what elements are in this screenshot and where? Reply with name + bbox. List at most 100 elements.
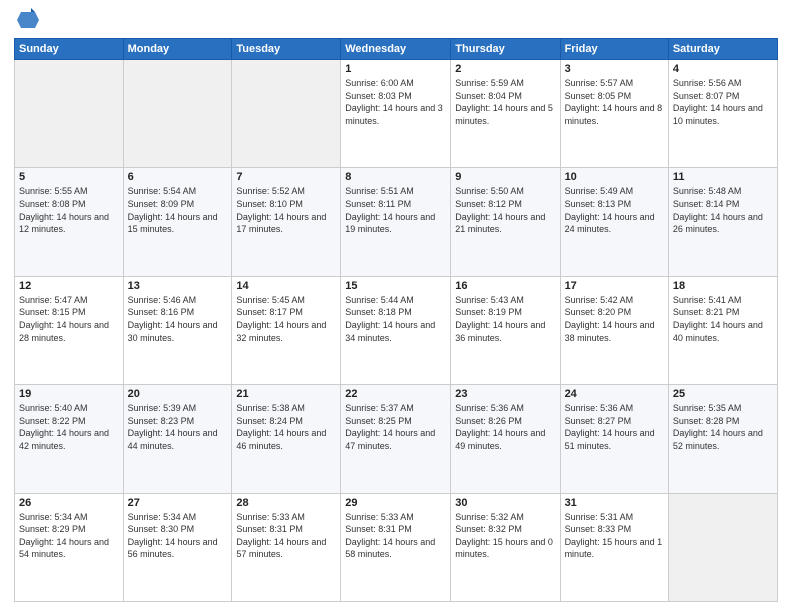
- calendar-cell: 25 Sunrise: 5:35 AMSunset: 8:28 PMDayligh…: [668, 385, 777, 493]
- calendar-cell: 9 Sunrise: 5:50 AMSunset: 8:12 PMDaylight…: [451, 168, 560, 276]
- weekday-header-monday: Monday: [123, 39, 232, 60]
- day-number: 11: [673, 171, 773, 183]
- day-info: Sunrise: 5:31 AMSunset: 8:33 PMDaylight:…: [565, 511, 664, 561]
- day-info: Sunrise: 5:33 AMSunset: 8:31 PMDaylight:…: [345, 511, 446, 561]
- calendar-table: SundayMondayTuesdayWednesdayThursdayFrid…: [14, 38, 778, 602]
- day-number: 2: [455, 63, 555, 75]
- day-number: 4: [673, 63, 773, 75]
- day-info: Sunrise: 5:38 AMSunset: 8:24 PMDaylight:…: [236, 402, 336, 452]
- day-info: Sunrise: 5:48 AMSunset: 8:14 PMDaylight:…: [673, 185, 773, 235]
- calendar-cell: 12 Sunrise: 5:47 AMSunset: 8:15 PMDayligh…: [15, 276, 124, 384]
- calendar-cell: 4 Sunrise: 5:56 AMSunset: 8:07 PMDaylight…: [668, 60, 777, 168]
- day-info: Sunrise: 5:36 AMSunset: 8:27 PMDaylight:…: [565, 402, 664, 452]
- day-number: 12: [19, 280, 119, 292]
- day-number: 8: [345, 171, 446, 183]
- day-info: Sunrise: 6:00 AMSunset: 8:03 PMDaylight:…: [345, 77, 446, 127]
- calendar-cell: 28 Sunrise: 5:33 AMSunset: 8:31 PMDayligh…: [232, 493, 341, 601]
- calendar-cell: 26 Sunrise: 5:34 AMSunset: 8:29 PMDayligh…: [15, 493, 124, 601]
- weekday-header-tuesday: Tuesday: [232, 39, 341, 60]
- calendar-cell: 19 Sunrise: 5:40 AMSunset: 8:22 PMDayligh…: [15, 385, 124, 493]
- weekday-header-wednesday: Wednesday: [341, 39, 451, 60]
- day-number: 7: [236, 171, 336, 183]
- day-number: 25: [673, 388, 773, 400]
- header: [14, 10, 778, 32]
- weekday-header-friday: Friday: [560, 39, 668, 60]
- calendar-cell: 1 Sunrise: 6:00 AMSunset: 8:03 PMDaylight…: [341, 60, 451, 168]
- day-info: Sunrise: 5:57 AMSunset: 8:05 PMDaylight:…: [565, 77, 664, 127]
- calendar-cell: 22Sunrise: 5:37 AMSunset: 8:25 PMDayligh…: [341, 385, 451, 493]
- calendar-cell: 20 Sunrise: 5:39 AMSunset: 8:23 PMDayligh…: [123, 385, 232, 493]
- calendar-cell: 27 Sunrise: 5:34 AMSunset: 8:30 PMDayligh…: [123, 493, 232, 601]
- day-number: 20: [128, 388, 228, 400]
- day-number: 24: [565, 388, 664, 400]
- calendar-cell: 13 Sunrise: 5:46 AMSunset: 8:16 PMDayligh…: [123, 276, 232, 384]
- calendar-cell: 2 Sunrise: 5:59 AMSunset: 8:04 PMDaylight…: [451, 60, 560, 168]
- day-number: 30: [455, 497, 555, 509]
- day-number: 27: [128, 497, 228, 509]
- day-info: Sunrise: 5:44 AMSunset: 8:18 PMDaylight:…: [345, 294, 446, 344]
- day-number: 28: [236, 497, 336, 509]
- calendar-cell: 16 Sunrise: 5:43 AMSunset: 8:19 PMDayligh…: [451, 276, 560, 384]
- day-number: 23: [455, 388, 555, 400]
- day-number: 18: [673, 280, 773, 292]
- calendar-cell: 24 Sunrise: 5:36 AMSunset: 8:27 PMDayligh…: [560, 385, 668, 493]
- day-info: Sunrise: 5:32 AMSunset: 8:32 PMDaylight:…: [455, 511, 555, 561]
- calendar-cell: 14 Sunrise: 5:45 AMSunset: 8:17 PMDayligh…: [232, 276, 341, 384]
- calendar-cell: [15, 60, 124, 168]
- calendar-cell: 7 Sunrise: 5:52 AMSunset: 8:10 PMDaylight…: [232, 168, 341, 276]
- day-info: Sunrise: 5:52 AMSunset: 8:10 PMDaylight:…: [236, 185, 336, 235]
- day-info: Sunrise: 5:39 AMSunset: 8:23 PMDaylight:…: [128, 402, 228, 452]
- day-number: 17: [565, 280, 664, 292]
- day-number: 21: [236, 388, 336, 400]
- day-number: 19: [19, 388, 119, 400]
- day-number: 6: [128, 171, 228, 183]
- day-info: Sunrise: 5:47 AMSunset: 8:15 PMDaylight:…: [19, 294, 119, 344]
- day-info: Sunrise: 5:49 AMSunset: 8:13 PMDaylight:…: [565, 185, 664, 235]
- calendar-cell: 10 Sunrise: 5:49 AMSunset: 8:13 PMDayligh…: [560, 168, 668, 276]
- weekday-header-sunday: Sunday: [15, 39, 124, 60]
- day-info: Sunrise: 5:59 AMSunset: 8:04 PMDaylight:…: [455, 77, 555, 127]
- calendar-cell: 21 Sunrise: 5:38 AMSunset: 8:24 PMDayligh…: [232, 385, 341, 493]
- day-number: 16: [455, 280, 555, 292]
- day-number: 5: [19, 171, 119, 183]
- day-number: 29: [345, 497, 446, 509]
- day-number: 22: [345, 388, 446, 400]
- day-info: Sunrise: 5:45 AMSunset: 8:17 PMDaylight:…: [236, 294, 336, 344]
- calendar-cell: 8 Sunrise: 5:51 AMSunset: 8:11 PMDaylight…: [341, 168, 451, 276]
- page: SundayMondayTuesdayWednesdayThursdayFrid…: [0, 0, 792, 612]
- day-info: Sunrise: 5:40 AMSunset: 8:22 PMDaylight:…: [19, 402, 119, 452]
- calendar-cell: 30 Sunrise: 5:32 AMSunset: 8:32 PMDayligh…: [451, 493, 560, 601]
- day-info: Sunrise: 5:55 AMSunset: 8:08 PMDaylight:…: [19, 185, 119, 235]
- calendar-cell: 3 Sunrise: 5:57 AMSunset: 8:05 PMDaylight…: [560, 60, 668, 168]
- day-info: Sunrise: 5:41 AMSunset: 8:21 PMDaylight:…: [673, 294, 773, 344]
- day-info: Sunrise: 5:50 AMSunset: 8:12 PMDaylight:…: [455, 185, 555, 235]
- day-number: 10: [565, 171, 664, 183]
- calendar-cell: 29 Sunrise: 5:33 AMSunset: 8:31 PMDayligh…: [341, 493, 451, 601]
- day-number: 1: [345, 63, 446, 75]
- day-info: Sunrise: 5:35 AMSunset: 8:28 PMDaylight:…: [673, 402, 773, 452]
- calendar-cell: [232, 60, 341, 168]
- day-number: 3: [565, 63, 664, 75]
- day-info: Sunrise: 5:34 AMSunset: 8:29 PMDaylight:…: [19, 511, 119, 561]
- day-info: Sunrise: 5:46 AMSunset: 8:16 PMDaylight:…: [128, 294, 228, 344]
- day-number: 9: [455, 171, 555, 183]
- day-info: Sunrise: 5:56 AMSunset: 8:07 PMDaylight:…: [673, 77, 773, 127]
- day-info: Sunrise: 5:51 AMSunset: 8:11 PMDaylight:…: [345, 185, 446, 235]
- day-number: 13: [128, 280, 228, 292]
- calendar-cell: 15 Sunrise: 5:44 AMSunset: 8:18 PMDayligh…: [341, 276, 451, 384]
- day-number: 15: [345, 280, 446, 292]
- day-number: 14: [236, 280, 336, 292]
- calendar-cell: 5 Sunrise: 5:55 AMSunset: 8:08 PMDaylight…: [15, 168, 124, 276]
- day-info: Sunrise: 5:34 AMSunset: 8:30 PMDaylight:…: [128, 511, 228, 561]
- day-info: Sunrise: 5:36 AMSunset: 8:26 PMDaylight:…: [455, 402, 555, 452]
- day-number: 26: [19, 497, 119, 509]
- calendar-cell: 23 Sunrise: 5:36 AMSunset: 8:26 PMDayligh…: [451, 385, 560, 493]
- day-info: Sunrise: 5:54 AMSunset: 8:09 PMDaylight:…: [128, 185, 228, 235]
- weekday-header-saturday: Saturday: [668, 39, 777, 60]
- calendar-cell: 17Sunrise: 5:42 AMSunset: 8:20 PMDayligh…: [560, 276, 668, 384]
- calendar-cell: [123, 60, 232, 168]
- day-info: Sunrise: 5:33 AMSunset: 8:31 PMDaylight:…: [236, 511, 336, 561]
- calendar-cell: 18 Sunrise: 5:41 AMSunset: 8:21 PMDayligh…: [668, 276, 777, 384]
- calendar-cell: 6 Sunrise: 5:54 AMSunset: 8:09 PMDaylight…: [123, 168, 232, 276]
- day-info: Sunrise: 5:43 AMSunset: 8:19 PMDaylight:…: [455, 294, 555, 344]
